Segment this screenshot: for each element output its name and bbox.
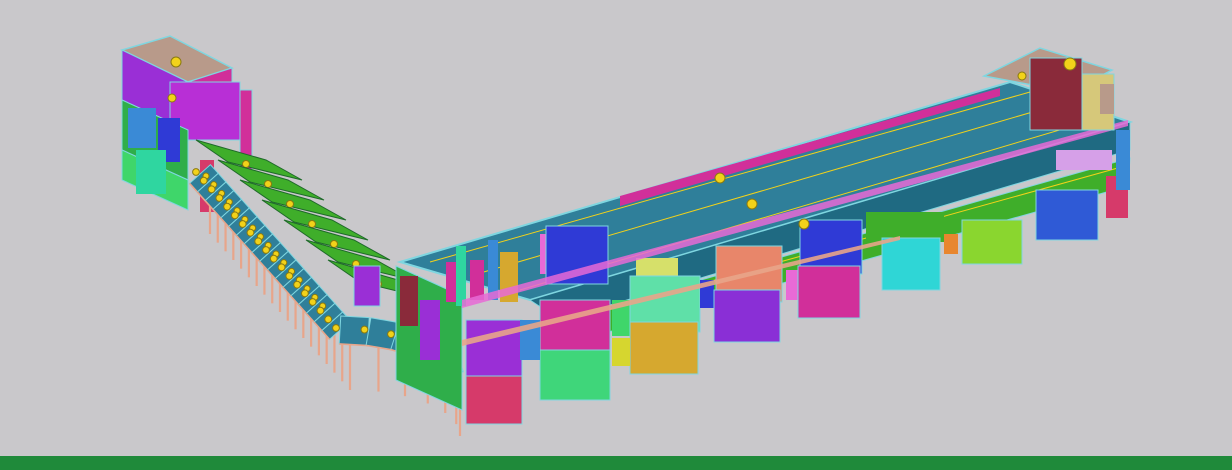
ramp-node (360, 325, 369, 334)
ramp-node (230, 211, 239, 220)
ramp-node (207, 185, 216, 194)
ramp-slab-node (308, 220, 316, 228)
ramp-node (246, 228, 255, 237)
ramp-node (285, 272, 294, 280)
ramp-node (308, 298, 317, 306)
ramp-slab-node (286, 200, 294, 208)
ramp-node (254, 237, 263, 246)
ramp-node (332, 324, 340, 332)
model-viewport[interactable] (0, 0, 1232, 456)
ramp-side-wall (353, 265, 381, 307)
ramp-node (277, 263, 286, 272)
ramp-node (293, 280, 302, 289)
main-building (395, 47, 1134, 425)
ramp-node (262, 246, 270, 254)
ramp-slab-node (264, 180, 272, 188)
bottom-status-bar (0, 456, 1232, 470)
ramp-node (192, 168, 200, 176)
ramp-node (238, 220, 247, 228)
ramp-slab-node (242, 160, 250, 168)
ramp-node (316, 306, 325, 315)
ramp-node (387, 330, 395, 339)
ramp-node (300, 289, 309, 298)
ramp-node (199, 176, 208, 185)
ramp-node (223, 202, 232, 211)
left-tower (119, 35, 253, 212)
structure-3d-view (119, 35, 1134, 436)
ramp-slab-node (330, 240, 338, 248)
ramp-node (269, 254, 278, 263)
ramp-node (324, 315, 333, 324)
ramp-node (215, 194, 224, 202)
